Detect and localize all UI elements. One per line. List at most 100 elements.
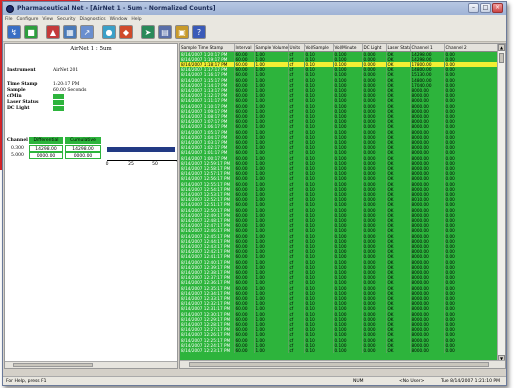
export-icon[interactable]: ➤ [141,25,155,39]
alarm-icon[interactable]: ◆ [119,25,133,39]
instrument-label: Instrument [7,68,36,73]
table-cell: 8/14/2007 1:06:17 PM [180,124,235,130]
status-help-text: For Help, press F1 [6,379,47,384]
table-cell: 0.000 [362,348,387,354]
differential-value-1: 14298.00 [29,145,63,152]
help-icon[interactable]: ? [192,25,206,39]
scroll-up-icon[interactable]: ▲ [498,44,505,51]
table-cell: cf [288,348,305,354]
table-cell: 8/14/2007 1:11:17 PM [180,98,235,104]
table-cell: 1.00 [254,348,289,354]
table-row[interactable]: 8/14/2007 12:23:17 PM 60.00 1.00 cf 0.10 0.10… [180,348,500,354]
grid-horizontal-scrollbar[interactable] [180,360,505,368]
cumulative-value-2: 0000.00 [65,152,101,159]
column-header[interactable]: Channel 1 [410,44,445,52]
menu-file[interactable]: File [5,17,13,22]
table-cell: 8/14/2007 1:15:17 PM [180,77,235,83]
axis-tick: 25 [128,162,134,167]
menu-configure[interactable]: Configure [17,17,39,22]
print-icon[interactable]: ▤ [158,25,172,39]
cfm-label: cfMin [7,94,22,99]
data-grid-panel: Sample Time Stamp Interval Sample Volume Un… [179,43,506,369]
table-row[interactable]: 8/14/2007 12:56:17 PM 60.00 1.00 cf 0.10 0.10… [180,176,500,182]
table-cell: 8/14/2007 12:56:17 PM [180,176,235,182]
app-window: Pharmaceutical Net - [AirNet 1 - 5um - N… [2,1,507,386]
network-icon[interactable]: ● [102,25,116,39]
table-cell: 8000.00 [410,348,445,354]
toolbar: ↯ ■ ▲ ▦ ↗ ● ◆ ➤ ▤ ▣? [3,23,506,42]
table-cell: 0.10 [304,348,334,354]
status-bar: For Help, press F1 NUM <No User> Tue 8/1… [3,376,506,385]
database-icon[interactable]: ▣ [175,25,189,39]
table-row[interactable]: 8/14/2007 12:31:17 PM 60.00 1.00 cf 0.10 0.10… [180,306,500,312]
maximize-button[interactable]: □ [480,3,491,13]
column-header[interactable]: Sample Time Stamp [180,44,235,52]
axis-tick: 50 [152,162,158,167]
instrument-icon[interactable]: ■ [24,25,38,39]
data-grid: Sample Time Stamp Interval Sample Volume Un… [180,44,500,354]
menu-security[interactable]: Security [57,17,75,22]
column-header[interactable]: Sample Volume [254,44,289,52]
channel-name-2: 5.000 [11,153,24,158]
menu-view[interactable]: View [42,17,53,22]
column-header[interactable]: Vol/Minute [333,44,363,52]
cumulative-header: Cumulative [65,137,101,144]
grid-vertical-scrollbar[interactable]: ▲ ▼ [497,44,505,362]
table-cell: 8/14/2007 1:20:17 PM [180,51,235,57]
channel-name-1: 0.300 [11,146,24,151]
status-time: Tue 8/14/2007 1:21:10 PM [441,379,500,384]
table-cell: 8/14/2007 12:23:17 PM [180,348,235,354]
chart-icon[interactable]: ↗ [80,25,94,39]
table-cell: 8/14/2007 12:31:17 PM [180,306,235,312]
table-cell: 8/14/2007 12:46:17 PM [180,228,235,234]
grid-header-row: Sample Time Stamp Interval Sample Volume Un… [180,44,500,52]
connect-icon[interactable]: ↯ [7,25,21,39]
menu-help[interactable]: Help [131,17,141,22]
column-header[interactable]: Units [288,44,305,52]
column-header[interactable]: Channel 2 [444,44,500,52]
table-cell: 8/14/2007 1:00:17 PM [180,155,235,161]
status-user: <No User> [399,379,425,384]
sample-label: Sample [7,88,26,93]
channel-bar-1 [107,147,176,152]
channel-label: Channel [7,138,28,143]
table-cell: 8/14/2007 1:05:17 PM [180,129,235,135]
table-icon[interactable]: ▦ [63,25,77,39]
column-header[interactable]: DC Light [362,44,387,52]
minimize-button[interactable]: – [468,3,479,13]
table-cell: 60.00 [234,348,255,354]
table-cell: 8/14/2007 1:01:17 PM [180,150,235,156]
menu-window[interactable]: Window [110,17,128,22]
close-button[interactable]: × [492,3,503,13]
differential-header: Differential [29,137,63,144]
table-cell: 8/14/2007 12:51:17 PM [180,202,235,208]
table-cell: 8/14/2007 1:16:17 PM [180,72,235,78]
table-cell: 8/14/2007 1:10:17 PM [180,103,235,109]
dc-light-label: DC Light [7,106,30,111]
channel-bar-chart [107,146,177,160]
table-row[interactable]: 8/14/2007 12:41:17 PM 60.00 1.00 cf 0.10 0.10… [180,254,500,260]
instrument-panel: AirNet 1 : 5um Instrument AirNet 201 Tim… [4,43,178,369]
timestamp-value: 1:20:17 PM [53,82,80,87]
status-num: NUM [353,379,364,384]
table-row[interactable]: 8/14/2007 12:36:17 PM 60.00 1.00 cf 0.10 0.10… [180,280,500,286]
scroll-thumb[interactable] [499,53,504,63]
axis-tick: 0 [105,162,109,167]
trend-icon[interactable]: ▲ [46,25,60,39]
column-header[interactable]: Interval [234,44,255,52]
bar-axis: 0 25 50 75 [105,160,177,168]
laser-status-label: Laser Status [7,100,39,105]
column-header[interactable]: Vol/Sample [304,44,334,52]
dc-light-indicator [53,106,64,111]
table-cell: 0.100 [333,348,363,354]
cumulative-value-1: 14298.00 [65,145,101,152]
menu-diagnostics[interactable]: Diagnostics [80,17,106,22]
table-row[interactable]: 8/14/2007 12:26:17 PM 60.00 1.00 cf 0.10 0.10… [180,332,500,338]
window-title: Pharmaceutical Net - [AirNet 1 - 5um - N… [17,5,216,12]
left-horizontal-scrollbar[interactable] [5,361,177,368]
table-row[interactable]: 8/14/2007 12:46:17 PM 60.00 1.00 cf 0.10 0.10… [180,228,500,234]
menu-bar: File Configure View Security Diagnostics Wind… [3,15,506,23]
column-header[interactable]: Laser Status [386,44,411,52]
title-bar: Pharmaceutical Net - [AirNet 1 - 5um - N… [3,2,506,15]
table-row[interactable]: 8/14/2007 12:51:17 PM 60.00 1.00 cf 0.10 0.10… [180,202,500,208]
